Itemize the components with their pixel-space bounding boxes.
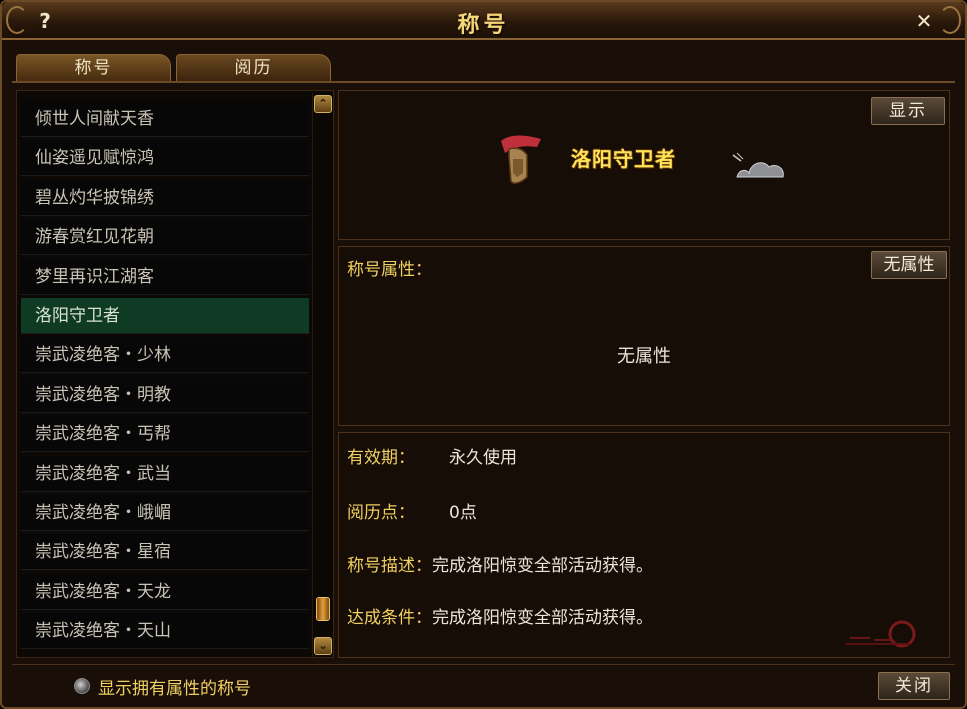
- scroll-down-button[interactable]: ⌄: [314, 637, 332, 655]
- points-label: 阅历点：: [347, 503, 415, 523]
- condition-label: 达成条件：: [347, 608, 432, 628]
- validity-value: 永久使用: [449, 448, 517, 468]
- validity-row: 有效期： 永久使用: [347, 443, 517, 468]
- list-item[interactable]: 崇武凌绝客・武当: [21, 455, 309, 492]
- list-item[interactable]: 梦里再识江湖客: [21, 258, 309, 295]
- title-badge-text: 洛阳守卫者: [571, 147, 676, 171]
- list-item[interactable]: 倾世人间献天香: [21, 101, 309, 137]
- close-icon[interactable]: ✕: [911, 8, 937, 34]
- filter-radio[interactable]: [74, 678, 90, 694]
- points-row: 阅历点： 0点: [347, 498, 477, 523]
- title-preview-panel: 显示 洛阳守卫者: [338, 90, 950, 240]
- tab-divider: [12, 81, 955, 83]
- description-label: 称号描述：: [347, 556, 432, 576]
- list-item[interactable]: 崇武凌绝客・天龙: [21, 573, 309, 610]
- list-scrollbar[interactable]: ⌃ ⌄: [312, 93, 332, 657]
- title-window: ? 称号 ✕ 称号 阅历 倾世人间献天香 仙姿遥见赋惊鸿 碧丛灼华披锦绣 游春赏红见花…: [0, 0, 967, 709]
- validity-label: 有效期：: [347, 448, 415, 468]
- list-item[interactable]: 崇武凌绝客・峨嵋: [21, 495, 309, 531]
- close-button[interactable]: 关闭: [878, 672, 950, 700]
- list-item[interactable]: 崇武凌绝客・明教: [21, 376, 309, 413]
- list-item[interactable]: 碧丛灼华披锦绣: [21, 179, 309, 216]
- tab-titles[interactable]: 称号: [16, 54, 171, 82]
- attributes-label: 称号属性：: [347, 260, 432, 280]
- list-item[interactable]: 仙姿遥见赋惊鸿: [21, 140, 309, 177]
- condition-row: 达成条件：完成洛阳惊变全部活动获得。: [347, 603, 653, 628]
- game-logo-watermark: [846, 620, 916, 648]
- flag-emblem-icon: [501, 135, 541, 184]
- title-attributes-panel: 称号属性： 无属性 无属性: [338, 246, 950, 426]
- points-value: 0点: [449, 503, 477, 523]
- list-item[interactable]: 崇武凌绝客・丐帮: [21, 416, 309, 453]
- no-attributes-button[interactable]: 无属性: [871, 251, 947, 279]
- description-row: 称号描述：完成洛阳惊变全部活动获得。: [347, 551, 653, 576]
- filter-label[interactable]: 显示拥有属性的称号: [98, 674, 251, 699]
- attributes-value: 无属性: [617, 346, 671, 367]
- description-value: 完成洛阳惊变全部活动获得。: [432, 556, 653, 576]
- list-item[interactable]: 游春赏红见花朝: [21, 219, 309, 256]
- list-item[interactable]: 崇武凌绝客・少林: [21, 337, 309, 374]
- list-item[interactable]: 崇武凌绝客・星宿: [21, 534, 309, 571]
- title-bar[interactable]: ? 称号 ✕: [2, 2, 965, 40]
- scroll-up-button[interactable]: ⌃: [314, 95, 332, 113]
- corner-ornament-right: [939, 6, 961, 34]
- window-title: 称号: [457, 13, 510, 38]
- list-item[interactable]: 洛阳守卫者: [21, 298, 309, 334]
- title-list: 倾世人间献天香 仙姿遥见赋惊鸿 碧丛灼华披锦绣 游春赏红见花朝 梦里再识江湖客 洛阳守卫者…: [16, 90, 334, 658]
- scroll-thumb[interactable]: [316, 597, 330, 621]
- show-title-button[interactable]: 显示: [871, 97, 945, 125]
- cloud-ornament-icon: [732, 152, 784, 178]
- tab-experience[interactable]: 阅历: [176, 54, 331, 82]
- condition-value: 完成洛阳惊变全部活动获得。: [432, 608, 653, 628]
- list-item[interactable]: 崇武凌绝客・天山: [21, 613, 309, 650]
